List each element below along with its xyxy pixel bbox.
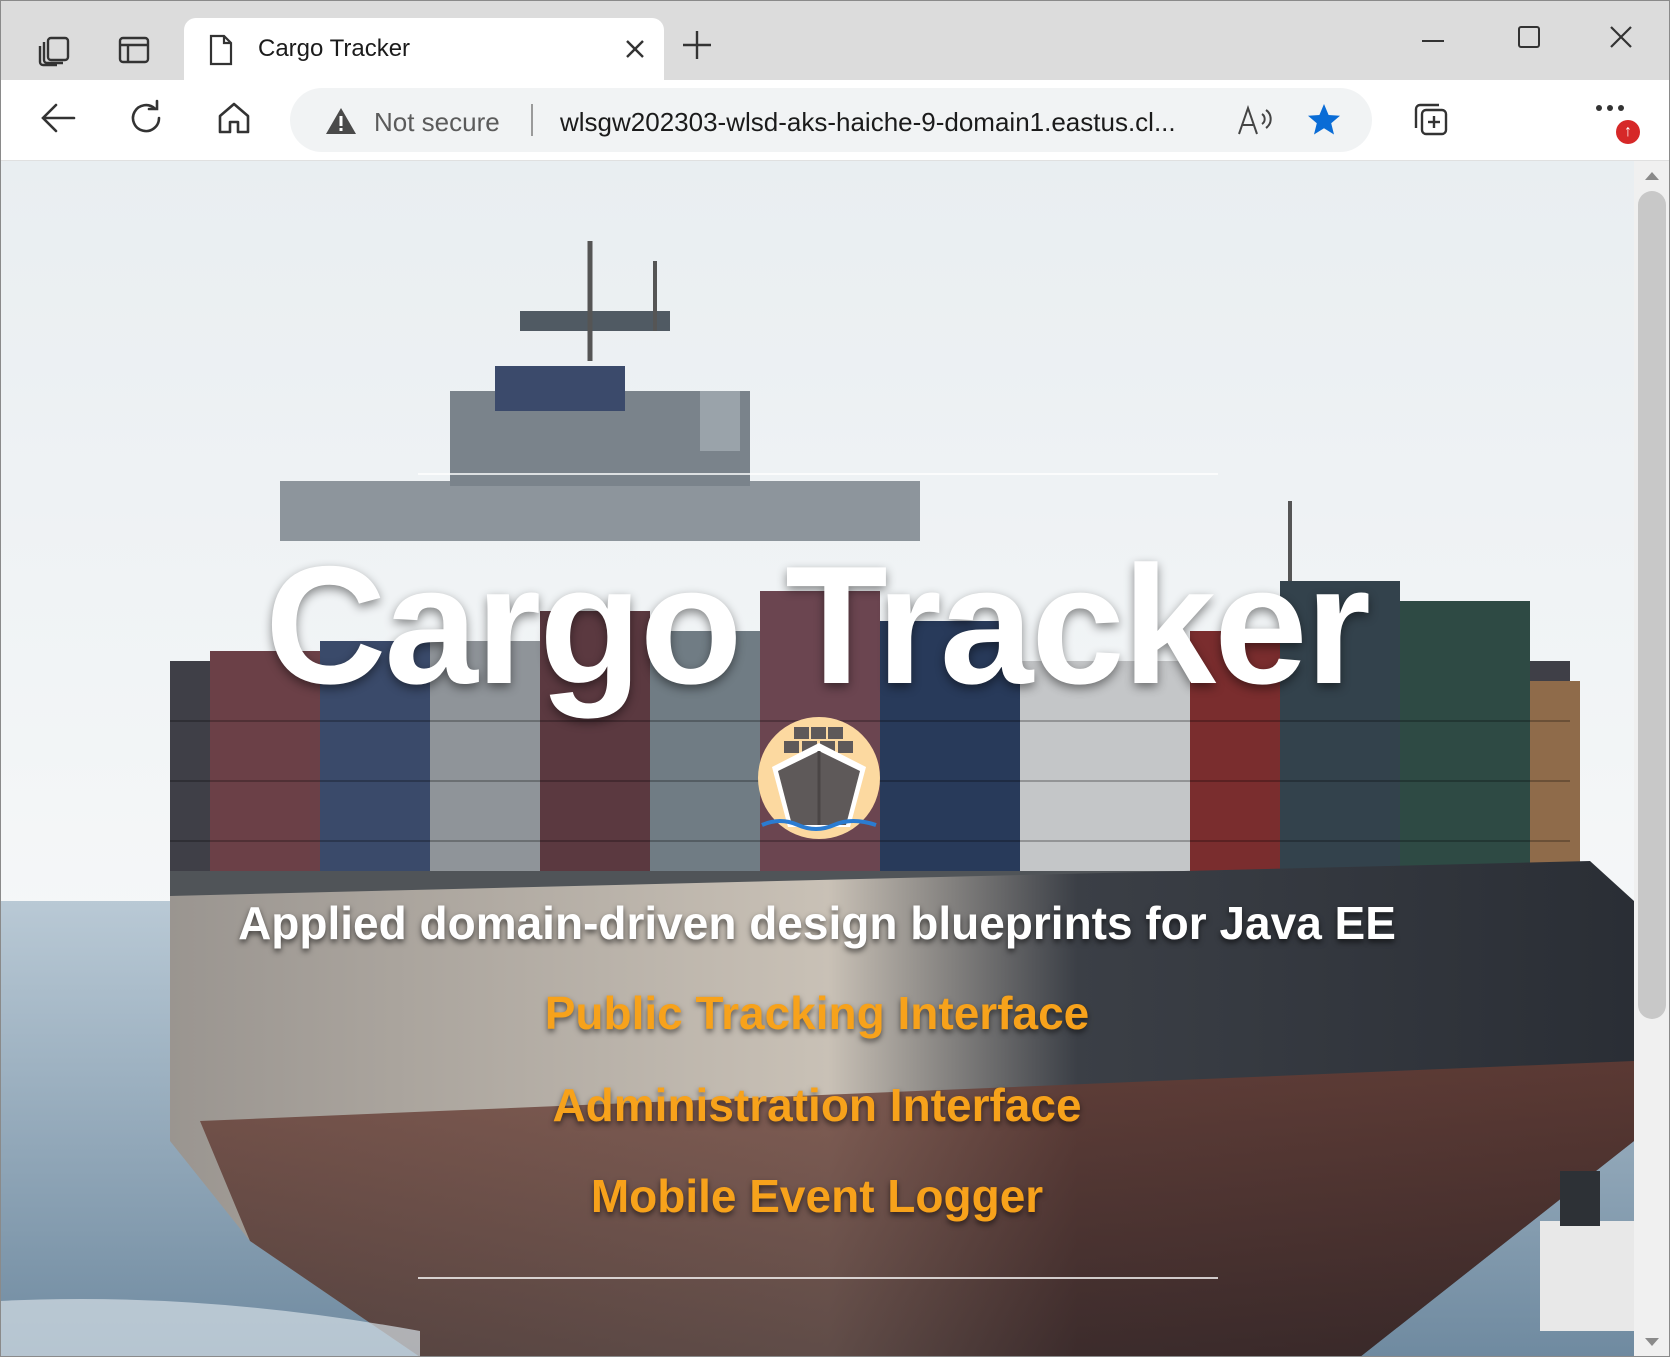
scroll-thumb[interactable] [1638, 191, 1666, 1019]
star-icon[interactable] [1306, 102, 1342, 138]
workspaces-button[interactable] [26, 22, 82, 78]
workspaces-icon [38, 36, 70, 67]
minimize-icon[interactable] [1420, 24, 1446, 50]
scroll-up-icon[interactable] [1644, 171, 1660, 181]
home-icon[interactable] [214, 98, 254, 138]
read-aloud-icon[interactable] [1236, 104, 1274, 138]
tab-actions-button[interactable] [106, 22, 162, 78]
url-text[interactable]: wlsgw202303-wlsd-aks-haiche-9-domain1.ea… [560, 107, 1180, 138]
mobile-event-logger-link[interactable]: Mobile Event Logger [0, 1169, 1634, 1223]
browser-title-bar: Cargo Tracker [0, 0, 1670, 80]
tagline: Applied domain-driven design blueprints … [238, 897, 1396, 949]
tab-actions-icon [118, 36, 150, 64]
tab-title: Cargo Tracker [258, 35, 411, 62]
page-viewport: Cargo Tracker Applied domain-driven desi… [0, 161, 1634, 1357]
close-window-icon[interactable] [1608, 24, 1634, 50]
back-arrow-icon[interactable] [38, 98, 78, 138]
update-icon[interactable]: ↑ [1616, 120, 1640, 144]
scroll-down-icon[interactable] [1644, 1337, 1660, 1347]
plus-icon[interactable] [680, 28, 714, 62]
cargo-ship-logo [758, 717, 880, 839]
landing-content: Cargo Tracker Applied domain-driven desi… [0, 161, 1634, 1357]
address-divider [531, 104, 533, 136]
page-icon [209, 34, 233, 66]
top-divider [418, 473, 1218, 475]
warning-icon[interactable] [324, 106, 358, 136]
collections-icon[interactable] [1410, 100, 1450, 140]
vertical-scrollbar[interactable] [1634, 161, 1670, 1357]
administration-link[interactable]: Administration Interface [0, 1078, 1634, 1132]
refresh-icon[interactable] [126, 98, 166, 138]
security-label[interactable]: Not secure [374, 107, 500, 138]
browser-toolbar: Not secure wlsgw202303-wlsd-aks-haiche-9… [0, 80, 1670, 161]
tab-cargo-tracker[interactable]: Cargo Tracker [184, 18, 664, 80]
maximize-icon[interactable] [1516, 24, 1542, 50]
address-bar[interactable]: Not secure wlsgw202303-wlsd-aks-haiche-9… [290, 88, 1372, 152]
public-tracking-link[interactable]: Public Tracking Interface [0, 986, 1634, 1040]
more-icon[interactable] [1594, 100, 1630, 116]
page-title: Cargo Tracker [265, 531, 1371, 719]
close-icon[interactable] [624, 38, 646, 60]
bottom-divider [418, 1277, 1218, 1279]
